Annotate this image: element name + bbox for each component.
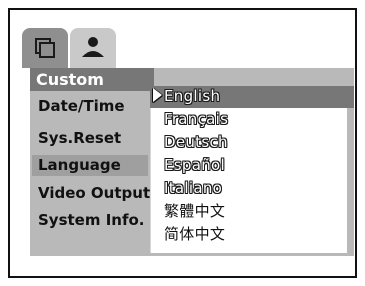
tab-user[interactable] xyxy=(70,28,116,68)
sidebar-item-system-info[interactable]: System Info. xyxy=(32,210,148,231)
language-option-francais[interactable]: Français xyxy=(164,108,228,130)
language-option-english[interactable]: English xyxy=(164,85,220,107)
sidebar-item-sys-reset[interactable]: Sys.Reset xyxy=(32,128,148,149)
language-option-deutsch[interactable]: Deutsch xyxy=(164,131,228,153)
language-option-simplified-chinese[interactable]: 简体中文 xyxy=(164,223,225,245)
sidebar-item-language[interactable]: Language xyxy=(32,155,148,176)
tab-movie[interactable] xyxy=(22,28,68,68)
section-title: Custom xyxy=(30,68,154,91)
sidebar-item-video-output[interactable]: Video Output xyxy=(32,183,150,204)
sidebar-item-date-time[interactable]: Date/Time xyxy=(32,96,148,117)
language-option-traditional-chinese[interactable]: 繁體中文 xyxy=(164,200,225,222)
language-option-espanol[interactable]: Español xyxy=(164,154,225,176)
language-option-italiano[interactable]: Italiano xyxy=(164,177,222,199)
user-icon xyxy=(82,37,104,57)
movie-icon xyxy=(35,38,55,58)
selection-arrow-icon xyxy=(153,88,162,102)
